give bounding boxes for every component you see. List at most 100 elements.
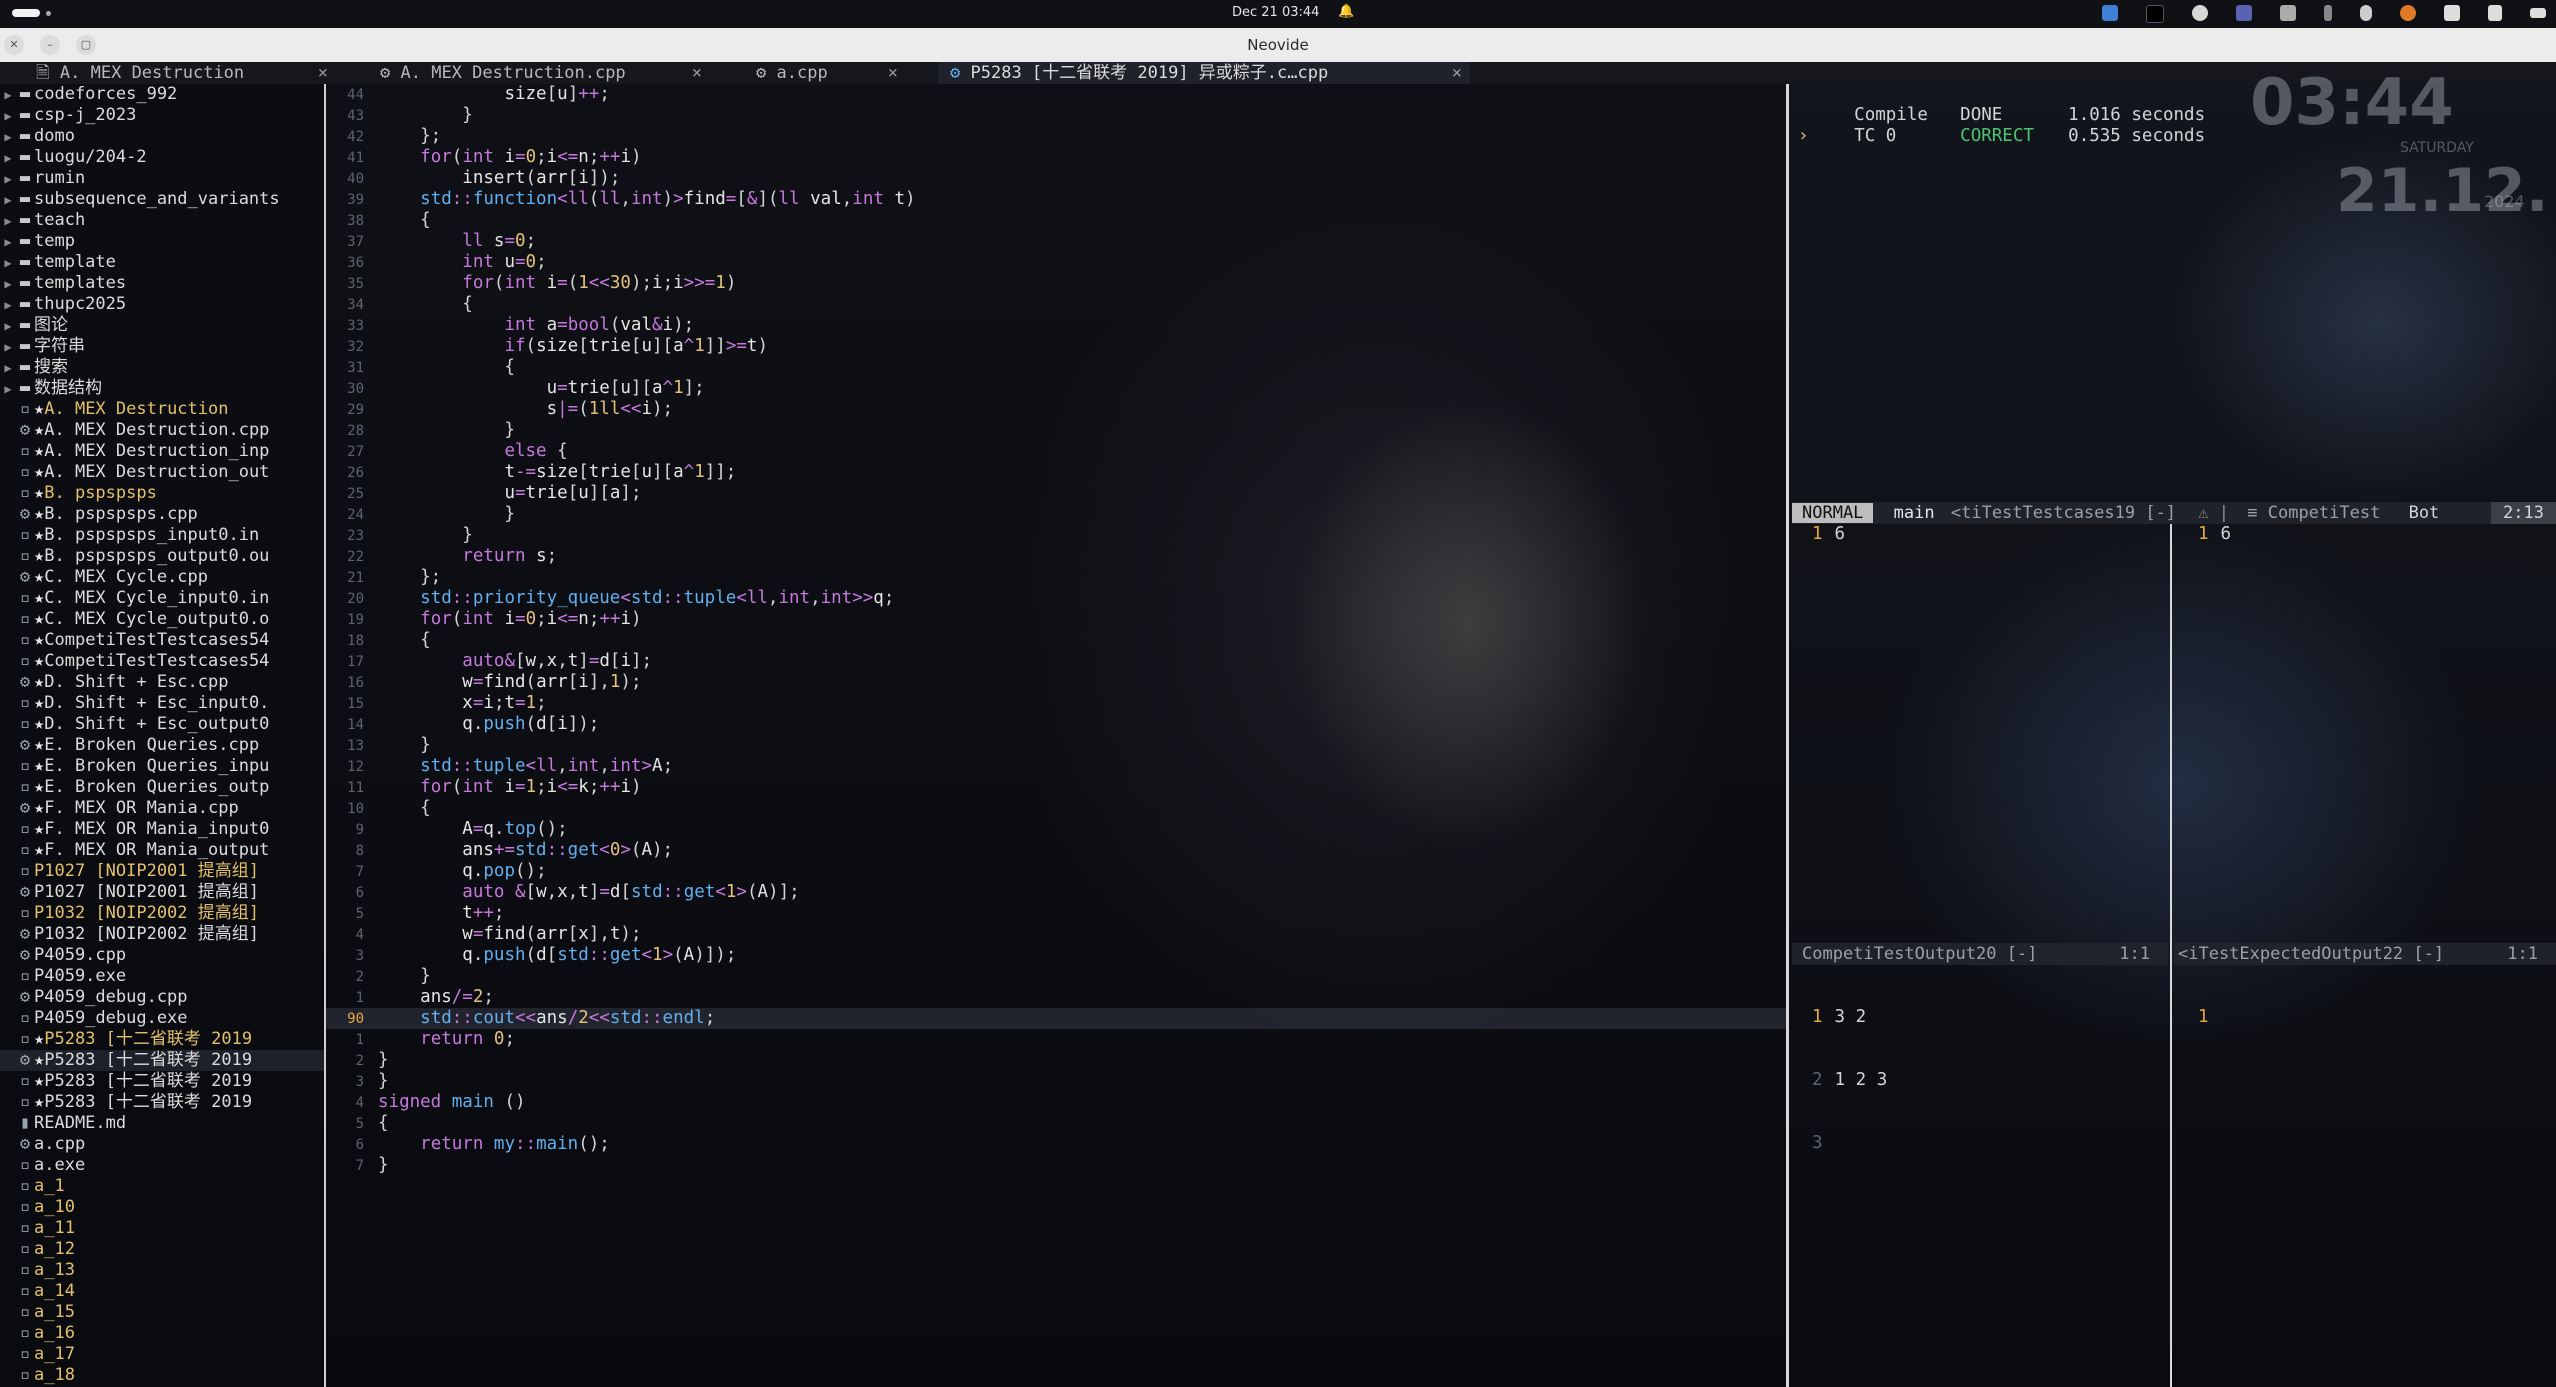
os-clock[interactable]: Dec 21 03:44: [1232, 5, 1319, 20]
tab-close-icon[interactable]: ×: [692, 62, 702, 84]
code-line[interactable]: 22 return s;: [326, 546, 1786, 567]
tree-file[interactable]: ▫ ★A. MEX Destruction_out: [0, 462, 324, 483]
tree-file[interactable]: ▫ a_14: [0, 1281, 324, 1302]
tree-file[interactable]: ▮ README.md: [0, 1113, 324, 1134]
code-line[interactable]: 44 size[u]++;: [326, 84, 1786, 105]
tab-explorer[interactable]: 🗎 A. MEX Destruction ×: [24, 62, 336, 84]
tree-file[interactable]: ▫ ★P5283 [十二省联考 2019: [0, 1071, 324, 1092]
tree-file[interactable]: ▫ a_10: [0, 1197, 324, 1218]
tree-file[interactable]: ▫ a_12: [0, 1239, 324, 1260]
code-line[interactable]: 11 for(int i=1;i<=k;++i): [326, 777, 1786, 798]
tree-file[interactable]: ▫ ★E. Broken Queries_inpu: [0, 756, 324, 777]
code-line[interactable]: 19 for(int i=0;i<=n;++i): [326, 609, 1786, 630]
tree-file[interactable]: ▫ ★A. MEX Destruction_inp: [0, 441, 324, 462]
tree-file[interactable]: ▫ ★D. Shift + Esc_input0.: [0, 693, 324, 714]
code-line[interactable]: 7}: [326, 1155, 1786, 1176]
app-tray-icon[interactable]: [2102, 5, 2118, 21]
window-separator[interactable]: [1786, 84, 1789, 1387]
tree-folder[interactable]: ▶ ▬ template: [0, 252, 324, 273]
app4-tray-icon[interactable]: [2280, 5, 2296, 21]
tree-file[interactable]: ▫ ★A. MEX Destruction: [0, 399, 324, 420]
tree-file[interactable]: ▫ a.exe: [0, 1155, 324, 1176]
tree-file[interactable]: ⚙ ★D. Shift + Esc.cpp: [0, 672, 324, 693]
code-line[interactable]: 36 int u=0;: [326, 252, 1786, 273]
code-line[interactable]: 23 }: [326, 525, 1786, 546]
tree-file[interactable]: ▫ ★C. MEX Cycle_output0.o: [0, 609, 324, 630]
tree-file[interactable]: ⚙ ★P5283 [十二省联考 2019: [0, 1050, 324, 1071]
update-icon[interactable]: [2400, 5, 2416, 21]
code-line[interactable]: 15 x=i;t=1;: [326, 693, 1786, 714]
code-line[interactable]: 4 w=find(arr[x],t);: [326, 924, 1786, 945]
tree-file[interactable]: ▫ a_1: [0, 1176, 324, 1197]
tree-file[interactable]: ▫ ★CompetiTestTestcases54: [0, 630, 324, 651]
pane-separator[interactable]: [2170, 524, 2172, 1387]
tree-folder[interactable]: ▶ ▬ teach: [0, 210, 324, 231]
tree-file[interactable]: ▫ ★C. MEX Cycle_input0.in: [0, 588, 324, 609]
tab-a-cpp[interactable]: ⚙ a.cpp ×: [744, 62, 906, 84]
tree-folder[interactable]: ▶ ▬ codeforces_992: [0, 84, 324, 105]
tree-file[interactable]: ⚙ ★B. pspspsps.cpp: [0, 504, 324, 525]
tree-file[interactable]: ▫ ★B. pspspsps_input0.in: [0, 525, 324, 546]
tab-close-icon[interactable]: ×: [1452, 62, 1462, 84]
tab-close-icon[interactable]: ×: [318, 62, 328, 84]
tree-file[interactable]: ▫ ★F. MEX OR Mania_output: [0, 840, 324, 861]
tree-file[interactable]: ▫ a_11: [0, 1218, 324, 1239]
code-line[interactable]: 20 std::priority_queue<std::tuple<ll,int…: [326, 588, 1786, 609]
tree-file[interactable]: ▫ a_17: [0, 1344, 324, 1365]
code-line[interactable]: 25 u=trie[u][a];: [326, 483, 1786, 504]
tree-file[interactable]: ⚙ ★C. MEX Cycle.cpp: [0, 567, 324, 588]
tree-file[interactable]: ▫ ★P5283 [十二省联考 2019: [0, 1092, 324, 1113]
output-pane[interactable]: 13 2 21 2 3 3: [1812, 965, 1887, 1175]
tree-file[interactable]: ▫ P1027 [NOIP2001 提高组]: [0, 861, 324, 882]
code-line[interactable]: 31 {: [326, 357, 1786, 378]
tree-file[interactable]: ⚙ ★E. Broken Queries.cpp: [0, 735, 324, 756]
code-line[interactable]: 42 };: [326, 126, 1786, 147]
battery-icon[interactable]: [2530, 8, 2546, 18]
tree-folder[interactable]: ▶ ▬ 搜索: [0, 357, 324, 378]
code-line[interactable]: 2}: [326, 1050, 1786, 1071]
tree-file[interactable]: ⚙ a.cpp: [0, 1134, 324, 1155]
tree-folder[interactable]: ▶ ▬ temp: [0, 231, 324, 252]
tree-file[interactable]: ⚙ ★A. MEX Destruction.cpp: [0, 420, 324, 441]
terminal-tray-icon[interactable]: [2146, 5, 2164, 23]
code-line[interactable]: 39 std::function<ll(ll,int)>find=[&](ll …: [326, 189, 1786, 210]
tree-file[interactable]: ⚙ P4059.cpp: [0, 945, 324, 966]
network-icon[interactable]: [2444, 5, 2460, 21]
code-line[interactable]: 6 auto &[w,x,t]=d[std::get<1>(A)];: [326, 882, 1786, 903]
code-line[interactable]: 33 int a=bool(val&i);: [326, 315, 1786, 336]
tree-folder[interactable]: ▶ ▬ luogu/204-2: [0, 147, 324, 168]
code-line[interactable]: 2 }: [326, 966, 1786, 987]
tree-folder[interactable]: ▶ ▬ templates: [0, 273, 324, 294]
code-line[interactable]: 10 {: [326, 798, 1786, 819]
input-pane-right[interactable]: 16: [2198, 524, 2231, 545]
code-editor[interactable]: 44 size[u]++; 43 } 42 }; 41 for(int i=0;i<=…: [326, 84, 1786, 1387]
tree-file[interactable]: ⚙ P1027 [NOIP2001 提高组]: [0, 882, 324, 903]
code-line[interactable]: 12 std::tuple<ll,int,int>A;: [326, 756, 1786, 777]
workspace-dot[interactable]: [46, 11, 51, 16]
code-line[interactable]: 8 ans+=std::get<0>(A);: [326, 840, 1786, 861]
tree-folder[interactable]: ▶ ▬ subsequence_and_variants: [0, 189, 324, 210]
code-line[interactable]: 3}: [326, 1071, 1786, 1092]
tree-file[interactable]: ▫ a_18: [0, 1365, 324, 1386]
expected-pane[interactable]: 1: [2198, 965, 2221, 1049]
code-line[interactable]: 41 for(int i=0;i<=n;++i): [326, 147, 1786, 168]
code-line[interactable]: 24 }: [326, 504, 1786, 525]
code-line[interactable]: 5 t++;: [326, 903, 1786, 924]
user-icon[interactable]: [2360, 5, 2372, 21]
workspace-indicator[interactable]: [12, 9, 40, 17]
code-line[interactable]: 28 }: [326, 420, 1786, 441]
tree-folder[interactable]: ▶ ▬ csp-j_2023: [0, 105, 324, 126]
code-line[interactable]: 21 };: [326, 567, 1786, 588]
tree-file[interactable]: ▫ a_13: [0, 1260, 324, 1281]
app2-tray-icon[interactable]: [2192, 5, 2208, 21]
tree-folder[interactable]: ▶ ▬ 数据结构: [0, 378, 324, 399]
code-line[interactable]: 40 insert(arr[i]);: [326, 168, 1786, 189]
code-line[interactable]: 37 ll s=0;: [326, 231, 1786, 252]
code-line[interactable]: 16 w=find(arr[i],1);: [326, 672, 1786, 693]
tree-file[interactable]: ⚙ ★F. MEX OR Mania.cpp: [0, 798, 324, 819]
code-line[interactable]: 38 {: [326, 210, 1786, 231]
tree-file[interactable]: ⚙ P1032 [NOIP2002 提高组]: [0, 924, 324, 945]
code-line[interactable]: 29 s|=(1ll<<i);: [326, 399, 1786, 420]
tree-file[interactable]: ▫ ★P5283 [十二省联考 2019: [0, 1029, 324, 1050]
tree-file[interactable]: ▫ P4059.exe: [0, 966, 324, 987]
